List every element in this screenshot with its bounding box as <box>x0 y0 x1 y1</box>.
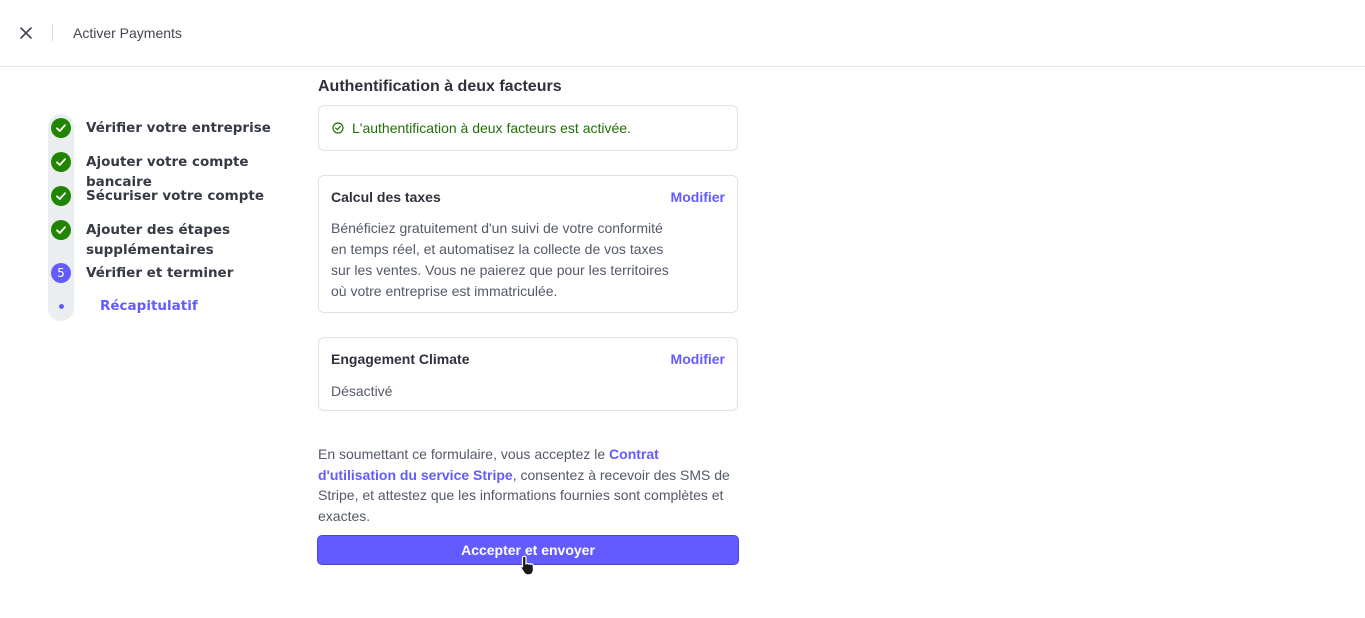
card-header: Engagement Climate Modifier <box>331 351 725 367</box>
legal-prefix: En soumettant ce formulaire, vous accept… <box>318 446 610 462</box>
step-number-marker: 5 <box>51 263 71 283</box>
close-button[interactable] <box>17 24 35 42</box>
edit-tax-button[interactable]: Modifier <box>671 189 725 205</box>
step-verify-business[interactable]: Vérifier votre entreprise <box>48 118 301 138</box>
edit-climate-button[interactable]: Modifier <box>671 351 725 367</box>
check-icon <box>56 158 66 166</box>
step-label: Ajouter des étapes supplémentaires <box>86 222 231 258</box>
close-icon <box>20 27 32 39</box>
step-label: Vérifier votre entreprise <box>86 120 271 136</box>
step-complete-marker <box>51 186 71 206</box>
top-bar: Activer Payments <box>0 0 1365 67</box>
step-complete-marker <box>51 118 71 138</box>
check-circle-icon <box>332 122 344 134</box>
substep-dot <box>59 303 64 309</box>
two-factor-status-text: L'authentification à deux facteurs est a… <box>352 120 631 136</box>
card-title: Calcul des taxes <box>331 189 441 205</box>
step-additional-steps[interactable]: Ajouter des étapes supplémentaires <box>48 220 236 260</box>
check-icon <box>56 124 66 132</box>
tax-description: Bénéficiez gratuitement d'un suivi de vo… <box>331 220 669 299</box>
substep-label: Récapitulatif <box>100 298 198 314</box>
pointer-cursor-icon <box>520 555 534 576</box>
page-title: Activer Payments <box>73 25 182 41</box>
tax-calculation-card: Calcul des taxes Modifier Bénéficiez gra… <box>318 175 738 313</box>
climate-commitment-card: Engagement Climate Modifier Désactivé <box>318 337 738 411</box>
check-icon <box>56 192 66 200</box>
two-factor-status-card: L'authentification à deux facteurs est a… <box>318 105 738 151</box>
step-secure-account[interactable]: Sécuriser votre compte <box>48 186 301 206</box>
stepper-track <box>48 114 74 321</box>
card-title: Engagement Climate <box>331 351 470 367</box>
substep-summary[interactable]: Récapitulatif <box>48 298 198 314</box>
legal-notice: En soumettant ce formulaire, vous accept… <box>318 444 738 526</box>
step-label: Sécuriser votre compte <box>86 188 264 204</box>
step-review-and-finish[interactable]: 5 Vérifier et terminer <box>48 263 301 283</box>
card-header: Calcul des taxes Modifier <box>331 189 725 205</box>
check-icon <box>56 226 66 234</box>
climate-value: Désactivé <box>331 383 393 399</box>
step-complete-marker <box>51 152 71 172</box>
topbar-divider <box>52 24 53 41</box>
step-complete-marker <box>51 220 71 240</box>
section-title: Authentification à deux facteurs <box>318 78 562 95</box>
step-label: Vérifier et terminer <box>86 265 234 281</box>
